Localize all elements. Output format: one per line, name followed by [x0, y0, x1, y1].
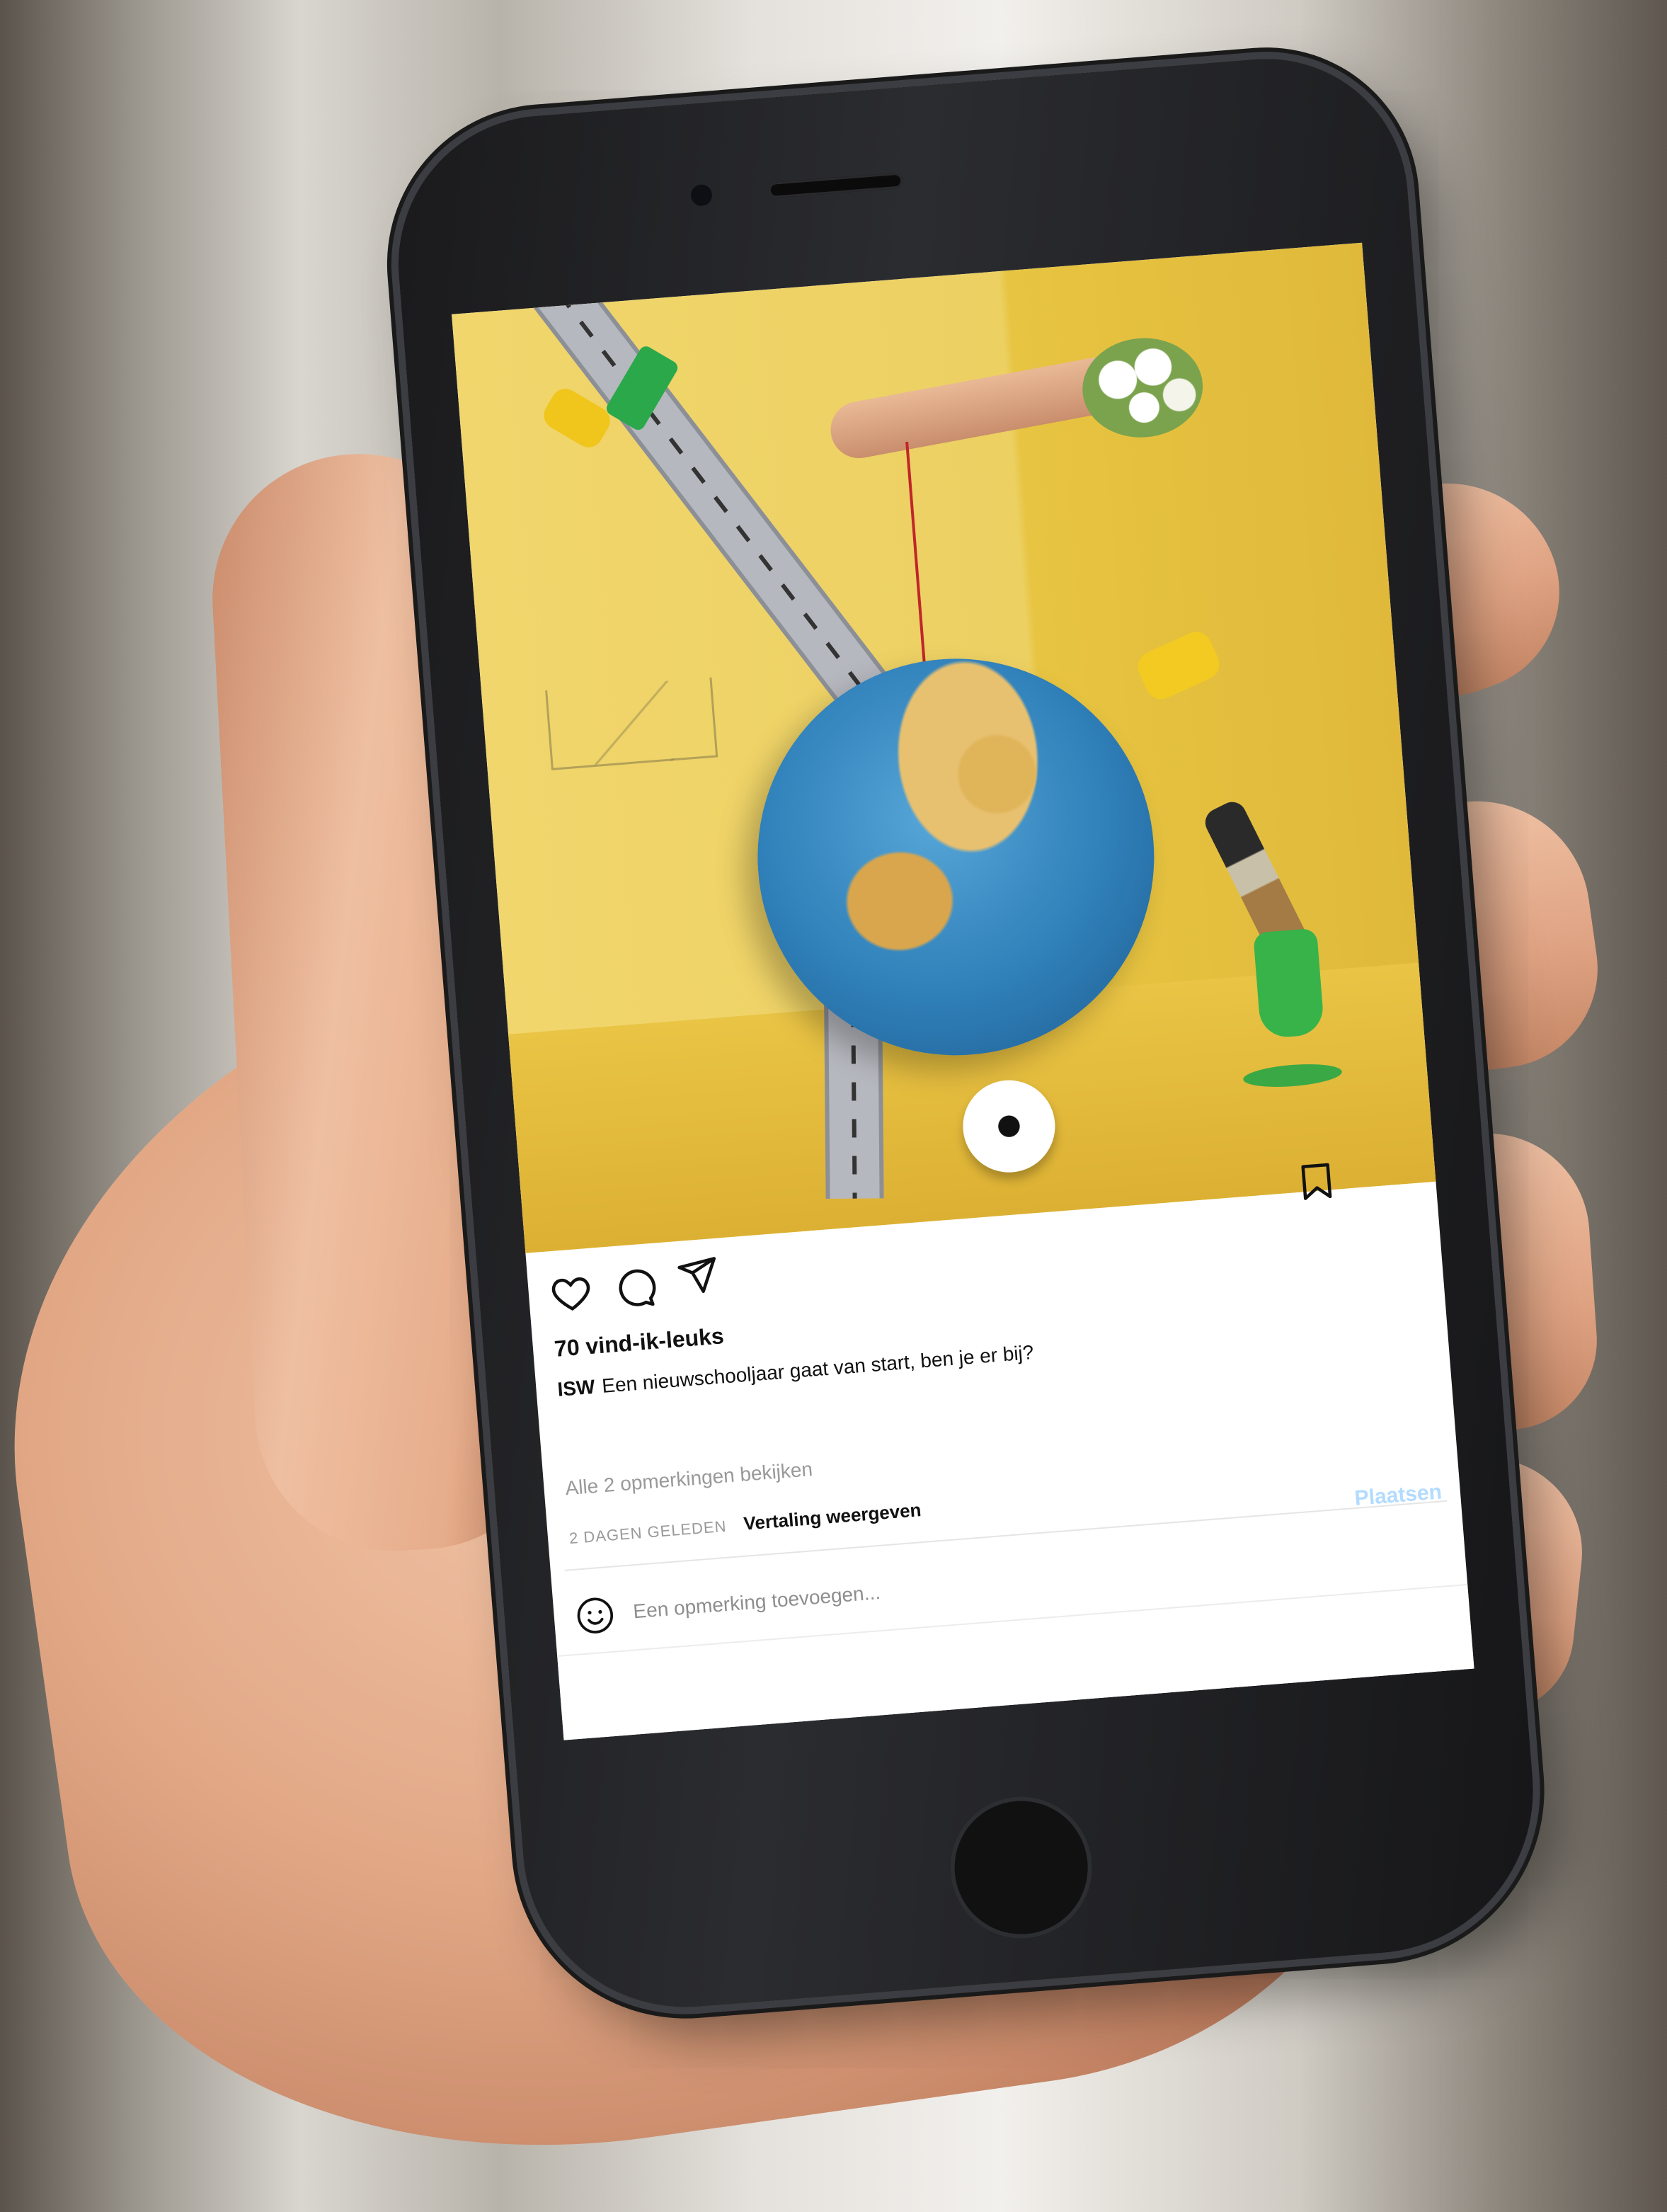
red-string [905, 441, 927, 675]
toy-road [512, 246, 895, 719]
earpiece [767, 172, 903, 199]
smiley-icon[interactable] [574, 1595, 617, 1637]
set-square [545, 677, 718, 770]
view-all-comments-link[interactable]: Alle 2 opmerkingen bekijken [564, 1458, 813, 1500]
send-icon[interactable] [673, 1251, 722, 1300]
post-image[interactable] [452, 242, 1436, 1253]
comment-icon[interactable] [610, 1263, 659, 1312]
front-camera [689, 183, 714, 207]
likes-count[interactable]: 70 vind-ik-leuks [554, 1323, 725, 1362]
home-button[interactable] [945, 1791, 1098, 1944]
flowers [1078, 333, 1207, 443]
post-meta: 2 DAGEN GELEDEN Vertaling weergeven [568, 1499, 922, 1549]
caption-username[interactable]: ISW [556, 1376, 595, 1401]
paint-drip [1253, 928, 1325, 1039]
see-translation-link[interactable]: Vertaling weergeven [743, 1499, 922, 1534]
toy-car [1133, 627, 1225, 705]
post-comment-button[interactable]: Plaatsen [1349, 1479, 1447, 1512]
post-timestamp: 2 DAGEN GELEDEN [568, 1517, 728, 1548]
bookmark-icon[interactable] [1292, 1157, 1341, 1206]
heart-icon[interactable] [547, 1268, 596, 1317]
hand-with-string [825, 353, 1129, 463]
phone-device: 70 vind-ik-leuks ISW Een nieuwschooljaar … [387, 48, 1545, 2019]
phone-screen: 70 vind-ik-leuks ISW Een nieuwschooljaar … [452, 242, 1474, 1740]
